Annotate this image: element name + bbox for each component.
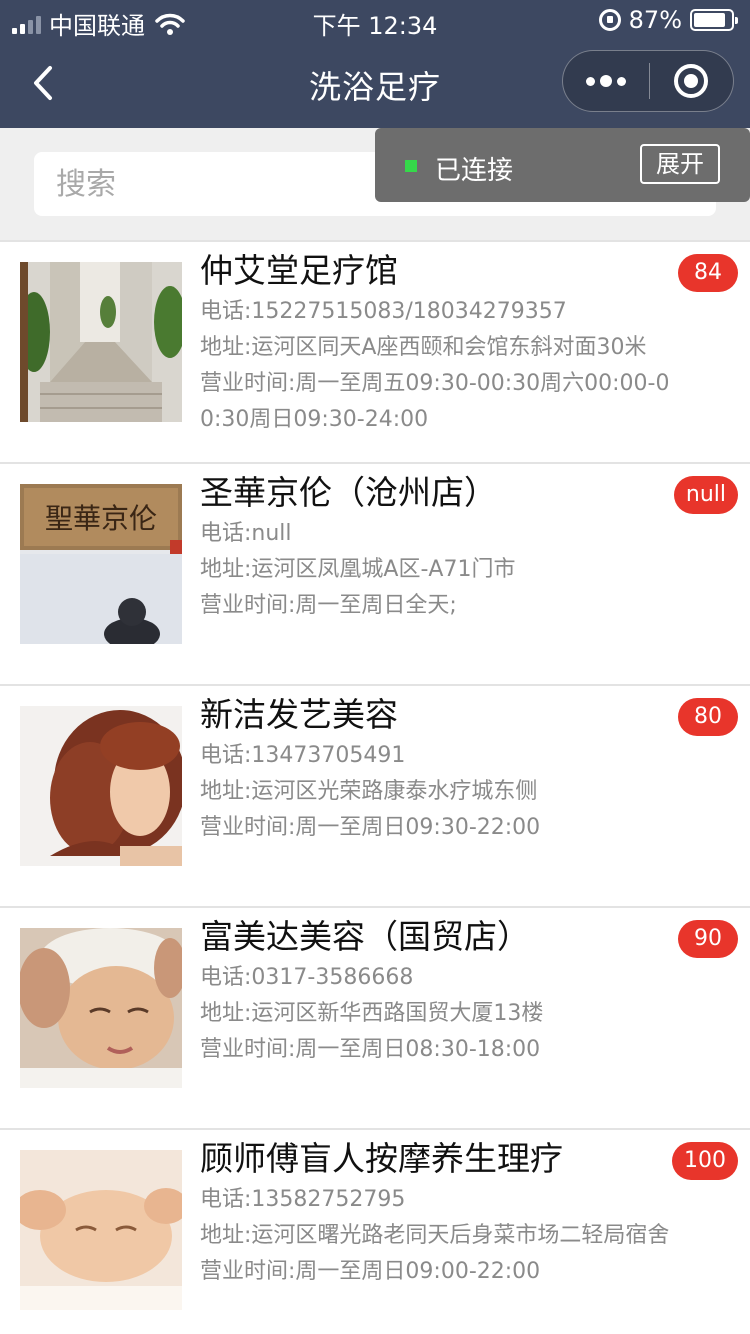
signboard-image: 聖華京伦 <box>20 484 182 644</box>
shop-list-item[interactable]: 顾师傅盲人按摩养生理疗 电话:13582752795 地址:运河区曙光路老同天后… <box>0 1128 750 1334</box>
connected-status-icon <box>405 160 417 172</box>
shop-list-item[interactable]: 仲艾堂足疗馆 电话:15227515083/18034279357 地址:运河区… <box>0 240 750 462</box>
shop-photo-massage <box>20 1150 182 1310</box>
shop-photo-hair <box>20 706 182 866</box>
shop-info: 顾师傅盲人按摩养生理疗 电话:13582752795 地址:运河区曙光路老同天后… <box>200 1136 670 1290</box>
shop-hours: 营业时间:周一至周日08:30-18:00 <box>200 1037 541 1062</box>
shop-hours: 营业时间:周一至周日09:30-22:00 <box>200 815 541 840</box>
shop-hours: 营业时间:周一至周日09:00-22:00 <box>200 1259 541 1284</box>
shop-score-badge: null <box>673 476 738 514</box>
target-circle-icon <box>674 64 709 98</box>
hallway-image <box>20 262 182 422</box>
miniprogram-capsule <box>562 50 734 112</box>
shop-list-item[interactable]: 富美达美容（国贸店） 电话:0317-3586668 地址:运河区新华西路国贸大… <box>0 906 750 1128</box>
shop-photo-hallway <box>20 262 182 422</box>
shop-hours: 营业时间:周一至周日全天; <box>200 593 457 618</box>
expand-button[interactable]: 展开 <box>640 144 720 184</box>
shop-address: 地址:运河区光荣路康泰水疗城东侧 <box>200 779 538 804</box>
massage-image <box>20 1150 182 1310</box>
more-dot-right <box>616 76 626 86</box>
shop-list: 仲艾堂足疗馆 电话:15227515083/18034279357 地址:运河区… <box>0 240 750 1334</box>
status-bar: 中国联通 下午 12:34 87% <box>0 0 750 40</box>
shop-hours: 营业时间:周一至周五09:30-00:30周六00:00-00:30周日09:3… <box>200 371 670 432</box>
shop-list-item[interactable]: 聖華京伦 圣華京伦（沧州店） 电话:null 地址:运河区凤凰城A区-A71门市… <box>0 462 750 684</box>
shop-score-badge: 80 <box>678 698 738 736</box>
shop-name: 富美达美容（国贸店） <box>200 917 530 956</box>
shop-list-item[interactable]: 新洁发艺美容 电话:13473705491 地址:运河区光荣路康泰水疗城东侧 营… <box>0 684 750 906</box>
navigation-bar: 洗浴足疗 <box>0 40 750 128</box>
rotation-lock-icon <box>598 9 621 31</box>
shop-phone: 电话:15227515083/18034279357 <box>200 299 567 324</box>
shop-info: 新洁发艺美容 电话:13473705491 地址:运河区光荣路康泰水疗城东侧 营… <box>200 692 670 846</box>
shop-name: 新洁发艺美容 <box>200 695 398 734</box>
more-dots-icon <box>585 76 595 86</box>
battery-fill <box>694 13 726 27</box>
shop-score-badge: 100 <box>672 1142 738 1180</box>
status-right: 87% <box>598 6 738 34</box>
shop-score-badge: 84 <box>678 254 738 292</box>
shop-address: 地址:运河区凤凰城A区-A71门市 <box>200 557 516 582</box>
shop-address: 地址:运河区曙光路老同天后身菜市场二轻局宿舍 <box>200 1223 670 1248</box>
shop-phone: 电话:null <box>200 521 292 546</box>
more-dot-center <box>599 75 612 87</box>
battery-percent: 87% <box>628 6 682 34</box>
close-miniprogram-button[interactable] <box>650 50 734 112</box>
connection-toast: 已连接 展开 <box>375 128 750 202</box>
hair-model-image <box>20 706 182 866</box>
signboard-text: 聖華京伦 <box>45 502 157 535</box>
shop-info: 圣華京伦（沧州店） 电话:null 地址:运河区凤凰城A区-A71门市 营业时间… <box>200 470 670 624</box>
shop-name: 圣華京伦（沧州店） <box>200 473 497 512</box>
shop-photo-facial <box>20 928 182 1088</box>
shop-phone: 电话:0317-3586668 <box>200 965 414 990</box>
connection-status: 已连接 <box>435 156 514 186</box>
shop-info: 富美达美容（国贸店） 电话:0317-3586668 地址:运河区新华西路国贸大… <box>200 914 670 1068</box>
battery-icon <box>690 9 738 31</box>
shop-score-badge: 90 <box>678 920 738 958</box>
top-bar: 中国联通 下午 12:34 87% 洗浴足疗 <box>0 0 750 128</box>
shop-info: 仲艾堂足疗馆 电话:15227515083/18034279357 地址:运河区… <box>200 248 670 438</box>
shop-photo-signboard: 聖華京伦 <box>20 484 182 644</box>
shop-phone: 电话:13582752795 <box>200 1187 406 1212</box>
facial-treatment-image <box>20 928 182 1088</box>
shop-address: 地址:运河区新华西路国贸大厦13楼 <box>200 1001 544 1026</box>
shop-address: 地址:运河区同天A座西颐和会馆东斜对面30米 <box>200 335 647 360</box>
shop-name: 仲艾堂足疗馆 <box>200 251 398 290</box>
more-button[interactable] <box>563 50 649 112</box>
shop-phone: 电话:13473705491 <box>200 743 406 768</box>
shop-name: 顾师傅盲人按摩养生理疗 <box>200 1139 563 1178</box>
